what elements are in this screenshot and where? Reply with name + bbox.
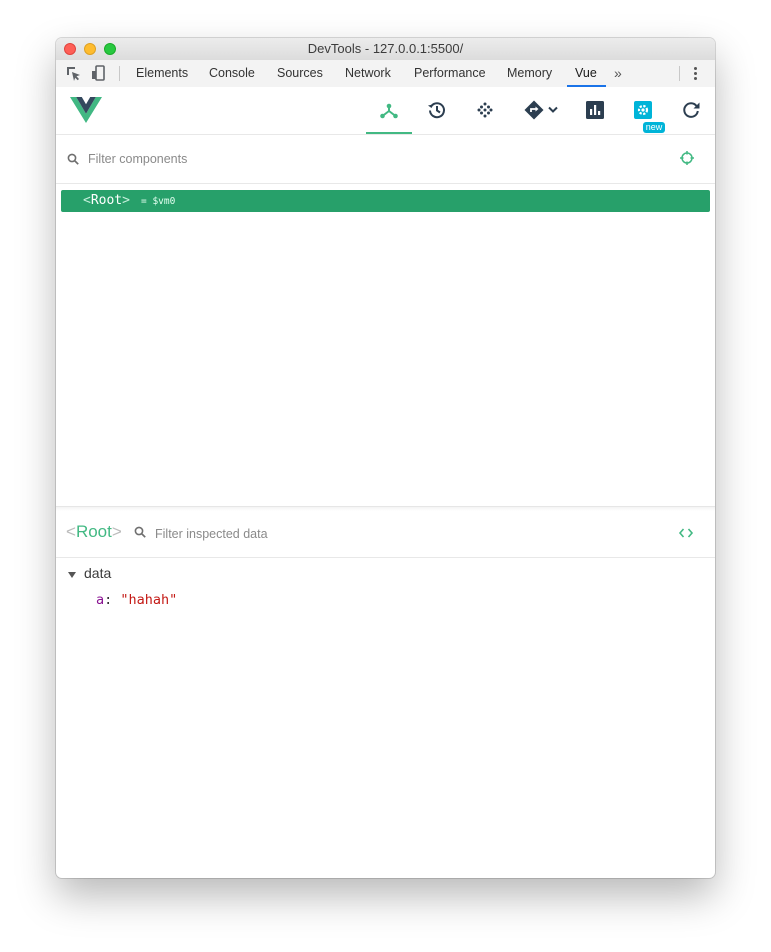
components-tab-button[interactable] xyxy=(366,87,412,134)
history-tab-button[interactable] xyxy=(414,87,460,134)
filter-inspected-data-input[interactable] xyxy=(153,524,557,544)
refresh-button[interactable] xyxy=(668,87,714,134)
inspect-element-icon[interactable] xyxy=(65,65,81,81)
search-icon xyxy=(67,153,79,165)
tab-elements[interactable]: Elements xyxy=(136,60,188,87)
inspected-component-label: Root xyxy=(75,522,112,541)
vue-logo-icon xyxy=(70,97,102,123)
expand-toggle-icon[interactable] xyxy=(68,572,76,578)
device-toolbar-icon[interactable] xyxy=(90,65,106,81)
vuex-icon xyxy=(477,102,493,118)
refresh-icon xyxy=(683,102,700,118)
toolbar-divider xyxy=(679,66,680,81)
new-badge: new xyxy=(643,122,665,133)
performance-icon xyxy=(586,101,604,119)
tag-open-bracket: < xyxy=(83,193,91,208)
tab-network[interactable]: Network xyxy=(345,60,391,87)
data-property-row[interactable]: a: "hahah" xyxy=(96,592,177,608)
history-icon xyxy=(428,102,445,119)
open-source-code-icon[interactable] xyxy=(678,526,694,540)
devtools-tab-bar: Elements Console Sources Network Perform… xyxy=(56,60,715,88)
tab-performance[interactable]: Performance xyxy=(414,60,486,87)
component-tag: <Root> xyxy=(83,193,130,208)
toolbar-divider xyxy=(119,66,120,81)
component-tree-row[interactable]: <Root> = $vm0 xyxy=(61,190,710,212)
inspected-component-name: <Root> xyxy=(66,522,122,542)
property-value[interactable]: "hahah" xyxy=(120,592,177,608)
vue-toolbar xyxy=(56,87,715,135)
tab-console[interactable]: Console xyxy=(209,60,255,87)
search-icon xyxy=(134,526,146,538)
component-filter-bar xyxy=(56,135,715,184)
tag-open-bracket: < xyxy=(66,522,76,541)
vuex-tab-button[interactable] xyxy=(462,87,508,134)
property-key: a xyxy=(96,592,105,608)
settings-icon xyxy=(634,101,652,119)
tab-sources[interactable]: Sources xyxy=(277,60,323,87)
inspector-header: <Root> xyxy=(56,510,715,558)
title-bar: DevTools - 127.0.0.1:5500/ xyxy=(56,38,715,61)
more-tabs-icon[interactable]: » xyxy=(614,65,622,81)
vm-reference: = $vm0 xyxy=(141,196,176,207)
devtools-window: DevTools - 127.0.0.1:5500/ Elements Cons… xyxy=(56,38,715,878)
more-options-icon[interactable] xyxy=(694,67,697,82)
tag-close-bracket: > xyxy=(122,193,130,208)
tag-close-bracket: > xyxy=(111,522,122,541)
tab-vue[interactable]: Vue xyxy=(567,60,606,87)
routing-icon xyxy=(524,100,558,120)
performance-tab-button[interactable] xyxy=(572,87,618,134)
component-name: Root xyxy=(90,193,123,208)
tab-memory[interactable]: Memory xyxy=(507,60,552,87)
filter-components-input[interactable] xyxy=(86,149,650,169)
property-colon: : xyxy=(104,592,121,608)
components-icon xyxy=(380,103,398,119)
select-component-in-page-icon[interactable] xyxy=(679,150,695,166)
data-section-label: data xyxy=(84,565,112,581)
window-title: DevTools - 127.0.0.1:5500/ xyxy=(307,41,464,56)
routing-tab-button[interactable] xyxy=(511,87,565,134)
